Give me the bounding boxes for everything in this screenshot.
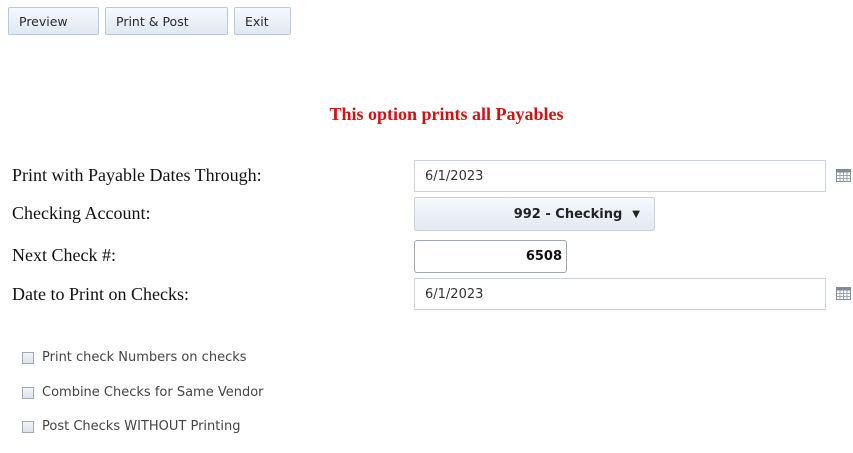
exit-button[interactable]: Exit [234,7,291,35]
preview-button[interactable]: Preview [8,7,99,35]
print-check-numbers-label: Print check Numbers on checks [42,350,247,365]
calendar-icon[interactable] [836,169,851,182]
post-without-printing-checkbox[interactable] [22,420,34,433]
print-post-button[interactable]: Print & Post [105,7,228,35]
payable-dates-input[interactable] [414,160,826,192]
next-check-label: Next Check #: [12,245,116,265]
payable-dates-label: Print with Payable Dates Through: [12,165,262,185]
combine-checks-label: Combine Checks for Same Vendor [42,385,264,400]
chevron-down-icon[interactable]: ▼ [632,209,640,220]
option-print-check-numbers[interactable]: Print check Numbers on checks [22,350,247,365]
calendar-icon[interactable] [836,287,851,300]
combine-checks-checkbox[interactable] [22,386,34,399]
checking-account-value: 992 - Checking [513,206,623,222]
print-check-numbers-checkbox[interactable] [22,351,34,364]
print-date-label: Date to Print on Checks: [12,284,189,304]
checking-account-select[interactable]: 992 - Checking ▼ [414,197,655,231]
toolbar: Preview Print & Post Exit [8,7,291,35]
notice-text: This option prints all Payables [329,104,564,124]
print-date-input[interactable] [414,278,826,310]
next-check-input[interactable] [414,240,567,273]
post-without-printing-label: Post Checks WITHOUT Printing [42,419,241,434]
option-combine-checks[interactable]: Combine Checks for Same Vendor [22,385,264,400]
option-post-without-printing[interactable]: Post Checks WITHOUT Printing [22,419,240,434]
checking-account-label: Checking Account: [12,203,151,223]
